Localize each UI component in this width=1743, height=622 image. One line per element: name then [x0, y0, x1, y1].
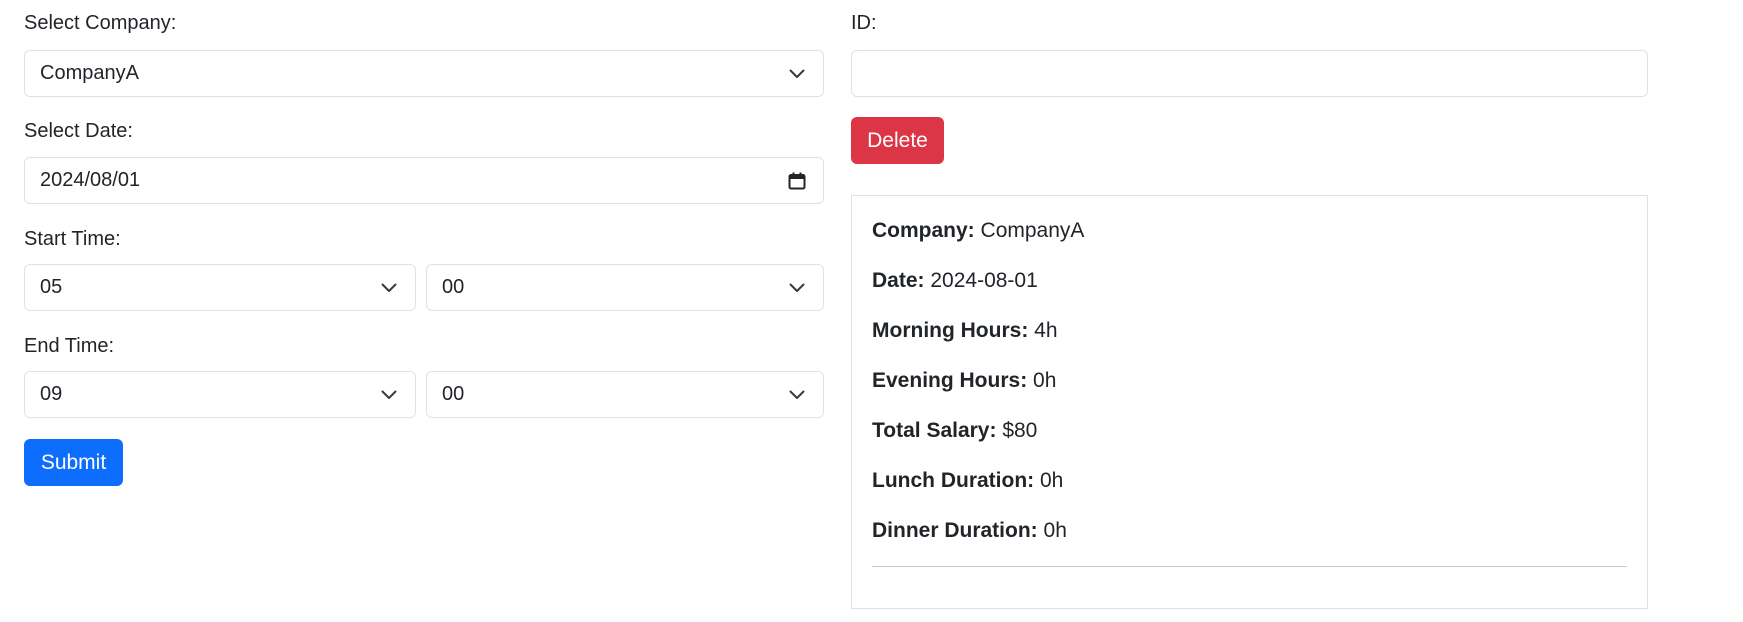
start-time-label: Start Time:	[24, 228, 121, 250]
chevron-down-icon	[787, 278, 807, 298]
result-lunch-duration: Lunch Duration: 0h	[872, 468, 1063, 494]
result-salary-key: Total Salary:	[872, 419, 997, 442]
end-time-label: End Time:	[24, 335, 115, 357]
submit-button[interactable]: Submit	[24, 439, 123, 486]
end-minute-value: 00	[442, 383, 465, 405]
start-minute-select[interactable]: 00	[426, 264, 824, 311]
result-date-key: Date:	[872, 269, 925, 292]
result-morning-key: Morning Hours:	[872, 319, 1029, 342]
result-company-value: CompanyA	[980, 219, 1085, 242]
result-dinner-value: 0h	[1043, 519, 1067, 542]
date-input-value: 2024/08/01	[40, 169, 141, 191]
start-hour-select[interactable]: 05	[24, 264, 416, 311]
result-dinner-duration: Dinner Duration: 0h	[872, 518, 1067, 544]
result-evening-hours: Evening Hours: 0h	[872, 368, 1056, 394]
start-hour-value: 05	[40, 276, 63, 298]
result-morning-value: 4h	[1034, 319, 1058, 342]
chevron-down-icon	[379, 278, 399, 298]
result-company-key: Company:	[872, 219, 975, 242]
end-hour-select[interactable]: 09	[24, 371, 416, 418]
delete-button[interactable]: Delete	[851, 117, 944, 164]
company-select[interactable]: CompanyA	[24, 50, 824, 97]
result-evening-value: 0h	[1033, 369, 1057, 392]
company-select-value: CompanyA	[40, 62, 139, 84]
start-minute-value: 00	[442, 276, 465, 298]
date-label: Select Date:	[24, 120, 133, 142]
end-minute-select[interactable]: 00	[426, 371, 824, 418]
result-date: Date: 2024-08-01	[872, 268, 1038, 294]
id-input[interactable]	[851, 50, 1648, 97]
result-card: Company: CompanyA Date: 2024-08-01 Morni…	[851, 195, 1648, 609]
date-input[interactable]: 2024/08/01	[24, 157, 824, 204]
chevron-down-icon	[379, 385, 399, 405]
result-dinner-key: Dinner Duration:	[872, 519, 1038, 542]
result-divider	[872, 566, 1627, 567]
calendar-icon[interactable]	[787, 171, 807, 191]
company-label: Select Company:	[24, 12, 177, 34]
result-company: Company: CompanyA	[872, 218, 1084, 244]
result-total-salary: Total Salary: $80	[872, 418, 1037, 444]
result-date-value: 2024-08-01	[930, 269, 1038, 292]
result-lunch-value: 0h	[1040, 469, 1064, 492]
result-evening-key: Evening Hours:	[872, 369, 1028, 392]
id-label: ID:	[851, 12, 877, 34]
result-morning-hours: Morning Hours: 4h	[872, 318, 1058, 344]
result-salary-value: $80	[1002, 419, 1038, 442]
chevron-down-icon	[787, 385, 807, 405]
end-hour-value: 09	[40, 383, 63, 405]
chevron-down-icon	[787, 64, 807, 84]
result-lunch-key: Lunch Duration:	[872, 469, 1035, 492]
